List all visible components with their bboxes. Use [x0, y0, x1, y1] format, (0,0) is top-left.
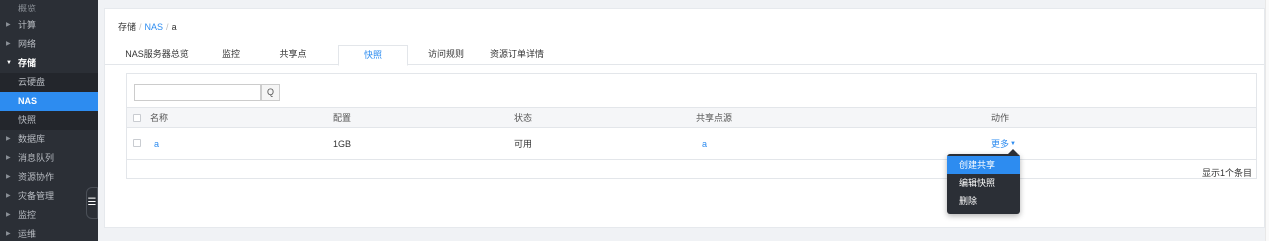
- snapshot-table-panel: Q 名称 配置 状态 共享点源 动作 a 1GB 可用 a 更多 ▼ 显示1个条目: [126, 73, 1257, 179]
- search-input[interactable]: [134, 84, 261, 101]
- sidebar-item-network[interactable]: ▶ 网络: [0, 35, 98, 54]
- tab-bar: NAS服务器总览 监控 共享点 快照 访问规则 资源订单详情: [105, 45, 1264, 66]
- header-source[interactable]: 共享点源: [696, 108, 732, 127]
- header-name[interactable]: 名称: [150, 108, 168, 127]
- share-source-link[interactable]: a: [702, 128, 707, 159]
- menu-item-delete[interactable]: 删除: [947, 192, 1020, 210]
- caret-down-icon: ▼: [6, 60, 12, 66]
- sidebar-item-label: NAS: [18, 96, 38, 106]
- sidebar-item-database[interactable]: ▶ 数据库: [0, 130, 98, 149]
- menu-item-edit-snapshot[interactable]: 编辑快照: [947, 174, 1020, 192]
- snapshot-name-link[interactable]: a: [154, 128, 159, 159]
- caret-right-icon: ▶: [6, 22, 11, 28]
- caret-right-icon: ▶: [6, 155, 11, 161]
- sidebar-item-label: 消息队列: [18, 153, 55, 163]
- search-icon: Q: [266, 87, 274, 97]
- menu-item-create-share[interactable]: 创建共享: [947, 156, 1020, 174]
- sidebar-subitem-snapshot[interactable]: 快照: [0, 111, 98, 130]
- caret-right-icon: ▶: [6, 174, 11, 180]
- header-config[interactable]: 配置: [333, 108, 351, 127]
- hamburger-icon: ☰: [87, 197, 97, 208]
- sidebar-item-label: 云硬盘: [18, 77, 46, 87]
- sidebar-collapse-button[interactable]: ☰: [86, 187, 98, 219]
- caret-right-icon: ▶: [6, 212, 11, 218]
- snapshot-status: 可用: [514, 139, 533, 149]
- more-actions-dropdown: 创建共享 编辑快照 删除: [947, 149, 1020, 214]
- tab-order-details[interactable]: 资源订单详情: [485, 45, 549, 65]
- tab-access-rules[interactable]: 访问规则: [423, 45, 469, 65]
- sidebar-item-monitor[interactable]: ▶ 监控: [0, 206, 98, 225]
- breadcrumb-separator: /: [139, 22, 142, 32]
- sidebar-item-label: 灾备管理: [18, 191, 55, 201]
- tab-share-points[interactable]: 共享点: [271, 45, 315, 65]
- row-checkbox[interactable]: [133, 139, 141, 147]
- sidebar-item-ops[interactable]: ▶ 运维: [0, 225, 98, 241]
- breadcrumb-nas[interactable]: NAS: [145, 22, 164, 32]
- breadcrumb-separator: /: [166, 22, 169, 32]
- sidebar-item-storage[interactable]: ▼ 存储: [0, 54, 98, 73]
- search-button[interactable]: Q: [261, 84, 280, 101]
- tab-monitor[interactable]: 监控: [215, 45, 247, 65]
- table-count: 显示1个条目: [1201, 168, 1252, 178]
- caret-right-icon: ▶: [6, 136, 11, 142]
- scrollbar[interactable]: [1265, 0, 1269, 241]
- sidebar-item-label: 网络: [18, 39, 37, 49]
- sidebar-item-message-queue[interactable]: ▶ 消息队列: [0, 149, 98, 168]
- sidebar-item-resource-collab[interactable]: ▶ 资源协作: [0, 168, 98, 187]
- main-panel: 存储 / NAS / a NAS服务器总览 监控 共享点 快照 访问规则 资源订单详情 …: [104, 8, 1265, 228]
- header-actions: 动作: [991, 113, 1010, 123]
- sidebar: 概览 ▶ 计算 ▶ 网络 ▼ 存储 云硬盘 NAS 快照 ▶ 数据库 ▶ 消息队列 ▶ 资源…: [0, 0, 98, 241]
- caret-right-icon: ▶: [6, 193, 11, 199]
- sidebar-item-label: 存储: [18, 58, 37, 68]
- sidebar-item-dr-management[interactable]: ▶ 灾备管理: [0, 187, 98, 206]
- sidebar-item-label: 概览: [18, 4, 37, 12]
- select-all-checkbox[interactable]: [133, 114, 141, 122]
- sidebar-item-label: 运维: [18, 229, 37, 239]
- caret-down-icon: ▼: [1010, 140, 1016, 147]
- breadcrumb-root[interactable]: 存储: [118, 22, 136, 32]
- sidebar-item-label: 快照: [18, 115, 37, 125]
- sidebar-item-label: 计算: [18, 20, 37, 30]
- sidebar-subitem-cloud-disk[interactable]: 云硬盘: [0, 73, 98, 92]
- breadcrumb: 存储 / NAS / a: [118, 20, 177, 33]
- sidebar-item-compute[interactable]: ▶ 计算: [0, 16, 98, 35]
- sidebar-item-label: 数据库: [18, 134, 46, 144]
- snapshot-config: 1GB: [333, 138, 352, 149]
- breadcrumb-current: a: [171, 22, 177, 32]
- sidebar-item-overview[interactable]: 概览: [0, 0, 98, 12]
- caret-right-icon: ▶: [6, 41, 11, 47]
- table-row: a 1GB 可用 a 更多 ▼: [127, 128, 1256, 160]
- sidebar-item-label: 监控: [18, 210, 37, 220]
- table-header: 名称 配置 状态 共享点源 动作: [127, 107, 1256, 128]
- caret-right-icon: ▶: [6, 231, 11, 237]
- header-status[interactable]: 状态: [514, 108, 532, 127]
- sidebar-item-label: 资源协作: [18, 172, 55, 182]
- more-actions-label: 更多: [991, 139, 1010, 149]
- tab-snapshot[interactable]: 快照: [338, 45, 408, 66]
- sidebar-subitem-nas[interactable]: NAS: [0, 92, 98, 111]
- tab-nas-overview[interactable]: NAS服务器总览: [119, 45, 195, 65]
